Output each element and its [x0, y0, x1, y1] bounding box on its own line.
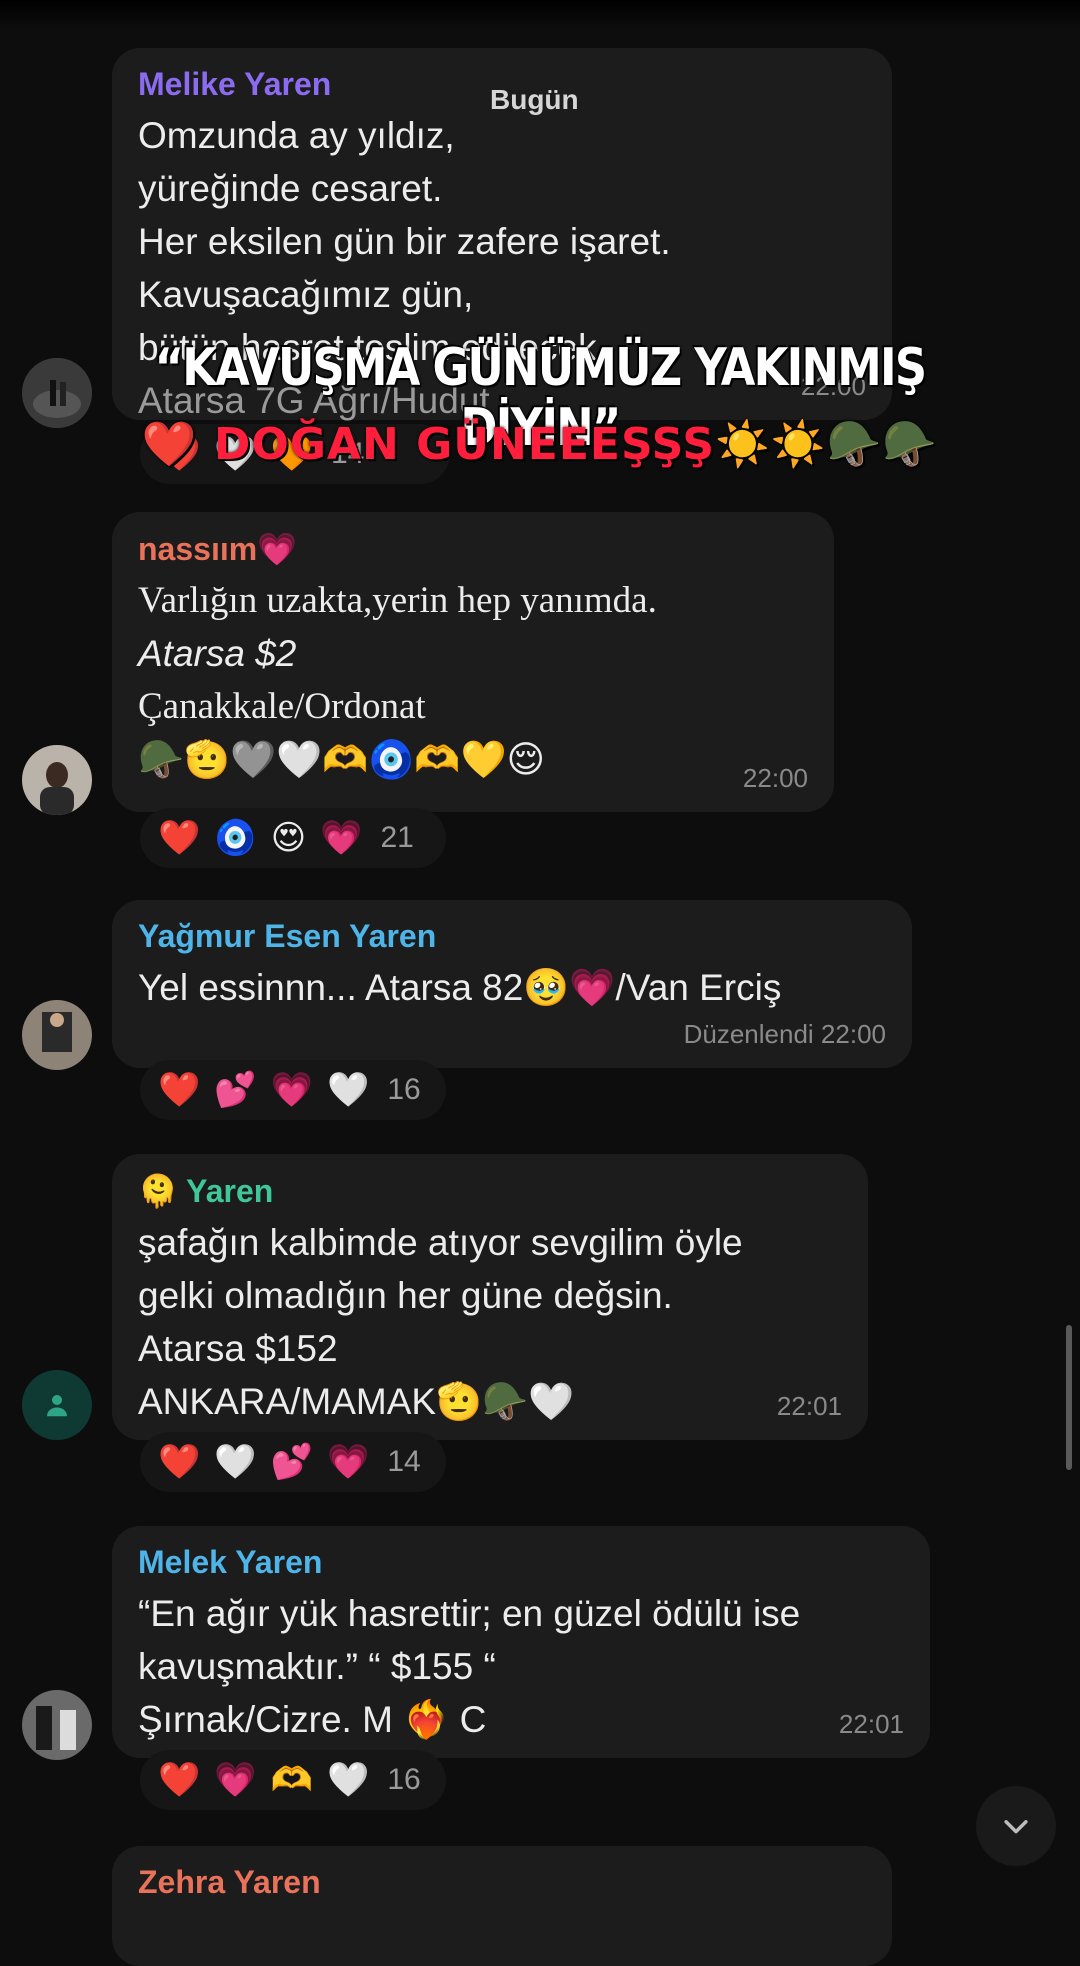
reaction-emoji: 💕 — [270, 1443, 314, 1481]
avatar[interactable] — [22, 1690, 92, 1760]
reactions-bar[interactable]: ❤️ 🧿 😍 💗 21 — [140, 808, 446, 868]
message-line: gelki olmadığın her güne değsin. — [138, 1275, 673, 1316]
reaction-emoji: 💗 — [270, 1071, 314, 1109]
sender-name[interactable]: Melek Yaren — [138, 1544, 904, 1581]
message-line: Her eksilen gün bir zafere işaret. — [138, 221, 671, 262]
message-line: Omzunda ay yıldız, — [138, 115, 455, 156]
message-line: Varlığın uzakta,yerin hep yanımda. — [138, 580, 657, 621]
reaction-count: 14 — [387, 1445, 421, 1478]
reaction-emoji: 🤍 — [327, 1071, 370, 1109]
reaction-emoji: 💕 — [214, 1071, 257, 1109]
reaction-emoji: 🤍 — [214, 1443, 257, 1481]
message-line: kavuşmaktır.” “ $155 “ — [138, 1646, 496, 1687]
avatar-photo — [22, 745, 92, 815]
avatar-photo — [22, 1690, 92, 1760]
message-line: yüreğinde cesaret. — [138, 168, 443, 209]
reaction-emoji: 💗 — [214, 1761, 257, 1799]
message-line: ANKARA/MAMAK🫡🪖🤍 — [138, 1381, 575, 1422]
person-icon — [47, 1395, 67, 1417]
reaction-count: 21 — [380, 821, 414, 854]
message-bubble[interactable]: 🫠 Yaren şafağın kalbimde atıyor sevgilim… — [112, 1154, 868, 1440]
message-line: Kavuşacağımız gün, — [138, 274, 474, 315]
reaction-emoji: 🫶 — [270, 1761, 314, 1799]
scrollbar[interactable] — [1066, 1325, 1072, 1470]
message-line: Yel essinnn... Atarsa 82🥹💗/Van Erciş — [138, 967, 782, 1008]
reaction-emoji: 🤍 — [327, 1761, 370, 1799]
chevron-down-icon — [1004, 1820, 1028, 1834]
message-line: 🪖🫡🩶🤍🫶🧿🫶💛😌 — [138, 739, 546, 780]
message-line: Şırnak/Cizre. M ❤️‍🔥 C — [138, 1699, 487, 1740]
message-line: Atarsa $2 — [138, 627, 808, 680]
top-fade — [0, 0, 1080, 30]
message-line: “En ağır yük hasrettir; en güzel ödülü i… — [138, 1593, 801, 1634]
reaction-emoji: ❤️ — [158, 1071, 201, 1109]
reaction-emoji: ❤️ — [158, 819, 201, 857]
avatar[interactable] — [22, 1370, 92, 1440]
message-time: 22:00 — [742, 763, 808, 793]
reaction-emoji: ❤️ — [158, 1443, 201, 1481]
reactions-bar[interactable]: ❤️ 🤍 💕 💗 14 — [140, 1432, 446, 1492]
reaction-emoji: 💗 — [327, 1443, 370, 1481]
reaction-emoji: 🧿 — [214, 819, 257, 857]
reactions-bar[interactable]: ❤️ 💕 💗 🤍 16 — [140, 1060, 446, 1120]
avatar[interactable] — [22, 1000, 92, 1070]
reactions-bar[interactable]: ❤️ 💗 🫶 🤍 16 — [140, 1750, 446, 1810]
message-time: 22:01 — [838, 1709, 904, 1739]
message-bubble[interactable]: Yağmur Esen Yaren Yel essinnn... Atarsa … — [112, 900, 912, 1068]
message-bubble[interactable]: Melek Yaren “En ağır yük hasrettir; en g… — [112, 1526, 930, 1758]
message-line-italic: Atarsa $2 — [138, 633, 297, 674]
message-time: 22:01 — [776, 1391, 842, 1421]
message-bubble[interactable]: nassıım💗 Varlığın uzakta,yerin hep yanım… — [112, 512, 834, 812]
message-bubble[interactable]: Zehra Yaren — [112, 1846, 892, 1966]
avatar[interactable] — [22, 745, 92, 815]
reaction-emoji: ❤️ — [158, 1761, 201, 1799]
message-line: Çanakkale/Ordonat — [138, 686, 426, 727]
overlay-subtitle: ❤️ DOĞAN GÜNEEEŞŞŞ☀️☀️🪖🪖 — [141, 419, 939, 470]
sender-name[interactable]: Yağmur Esen Yaren — [138, 918, 886, 955]
reaction-emoji: 😍 — [270, 819, 307, 857]
sender-name[interactable]: Zehra Yaren — [138, 1864, 866, 1901]
reaction-emoji: 💗 — [320, 819, 363, 857]
reaction-count: 16 — [387, 1073, 421, 1106]
message-line: şafağın kalbimde atıyor sevgilim öyle — [138, 1222, 743, 1263]
scroll-down-button[interactable] — [976, 1786, 1056, 1866]
sender-name[interactable]: 🫠 Yaren — [138, 1172, 842, 1210]
message-time: Düzenlendi 22:00 — [683, 1019, 886, 1049]
reaction-count: 16 — [387, 1763, 421, 1796]
avatar-photo — [22, 1000, 92, 1070]
message-line: Atarsa $152 — [138, 1328, 338, 1369]
sender-name[interactable]: nassıım💗 — [138, 530, 808, 568]
day-label: Bugün — [490, 84, 579, 115]
